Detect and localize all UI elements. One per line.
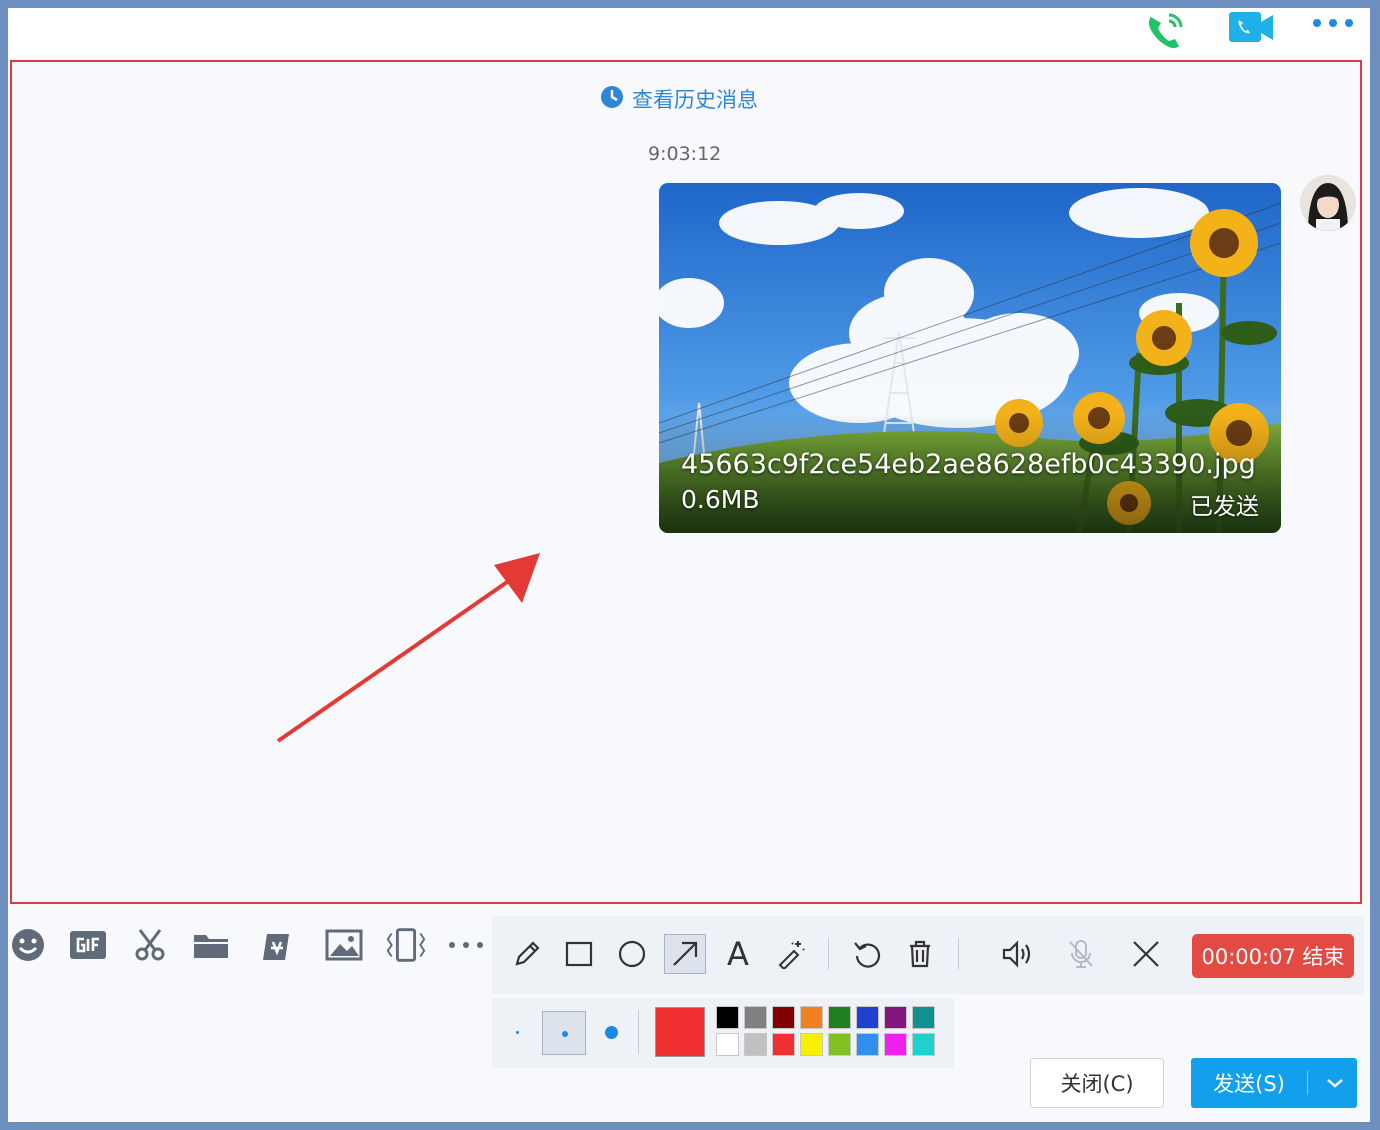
avatar[interactable] xyxy=(1300,175,1356,231)
mic-off-icon[interactable] xyxy=(1060,934,1102,974)
image-icon[interactable] xyxy=(322,925,366,965)
color-swatch[interactable] xyxy=(800,1006,823,1029)
color-swatch[interactable] xyxy=(828,1006,851,1029)
scissors-icon[interactable] xyxy=(128,925,172,965)
pen-style-bar xyxy=(492,998,954,1068)
file-name: 45663c9f2ce54eb2ae8628efb0c43390.jpg xyxy=(681,449,1256,480)
video-call-icon[interactable] xyxy=(1224,8,1278,48)
speaker-icon[interactable] xyxy=(996,934,1038,974)
color-swatch[interactable] xyxy=(744,1006,767,1029)
phone-icon[interactable] xyxy=(1140,8,1188,54)
color-swatch[interactable] xyxy=(772,1006,795,1029)
text-icon[interactable]: A xyxy=(717,934,759,974)
color-swatch[interactable] xyxy=(716,1033,739,1056)
chat-toolbar xyxy=(0,915,490,975)
pen-size-medium[interactable] xyxy=(542,1011,586,1055)
pen-size-small[interactable] xyxy=(516,1031,519,1034)
more-icon[interactable] xyxy=(1308,8,1358,38)
color-swatch[interactable] xyxy=(828,1033,851,1056)
color-swatch[interactable] xyxy=(856,1006,879,1029)
magic-wand-icon[interactable] xyxy=(770,934,812,974)
current-color-swatch[interactable] xyxy=(655,1007,705,1057)
annotation-arrow xyxy=(276,553,540,743)
chevron-down-icon[interactable] xyxy=(1313,1058,1357,1108)
pen-size-large[interactable] xyxy=(605,1026,618,1039)
stop-recording-button[interactable]: 00:00:07 结束 xyxy=(1192,934,1354,978)
circle-icon[interactable] xyxy=(611,934,653,974)
draw-toolbar: A 00:00:07 结束 xyxy=(492,916,1364,994)
arrow-icon[interactable] xyxy=(664,934,706,974)
file-size: 0.6MB xyxy=(681,485,760,514)
image-message[interactable]: 45663c9f2ce54eb2ae8628efb0c43390.jpg 0.6… xyxy=(659,183,1281,533)
sunflower-landscape-image xyxy=(659,183,1281,533)
folder-icon[interactable] xyxy=(189,925,233,965)
more-icon[interactable] xyxy=(444,925,488,965)
view-history-label: 查看历史消息 xyxy=(632,88,758,112)
color-swatch[interactable] xyxy=(772,1033,795,1056)
clock-icon xyxy=(600,85,624,114)
top-bar xyxy=(8,8,1370,60)
rectangle-icon[interactable] xyxy=(558,934,600,974)
pencil-icon[interactable] xyxy=(506,934,548,974)
color-swatch[interactable] xyxy=(856,1033,879,1056)
undo-icon[interactable] xyxy=(846,934,888,974)
send-button[interactable]: 发送(S) xyxy=(1191,1058,1357,1108)
close-icon[interactable] xyxy=(1125,934,1167,974)
gif-icon[interactable] xyxy=(66,925,110,965)
color-swatch[interactable] xyxy=(912,1006,935,1029)
trash-icon[interactable] xyxy=(899,934,941,974)
close-button[interactable]: 关闭(C) xyxy=(1030,1058,1164,1108)
view-history-link[interactable]: 查看历史消息 xyxy=(600,84,758,114)
message-status: 已发送 xyxy=(1190,494,1259,520)
send-label: 发送(S) xyxy=(1213,1072,1285,1096)
color-swatch[interactable] xyxy=(744,1033,767,1056)
shake-icon[interactable] xyxy=(384,925,428,965)
color-swatch[interactable] xyxy=(912,1033,935,1056)
message-timestamp: 9:03:12 xyxy=(648,143,722,165)
color-swatch[interactable] xyxy=(884,1033,907,1056)
color-swatch[interactable] xyxy=(884,1006,907,1029)
color-swatch[interactable] xyxy=(800,1033,823,1056)
red-packet-icon[interactable] xyxy=(254,925,298,965)
color-swatch[interactable] xyxy=(716,1006,739,1029)
emoji-icon[interactable] xyxy=(6,925,50,965)
